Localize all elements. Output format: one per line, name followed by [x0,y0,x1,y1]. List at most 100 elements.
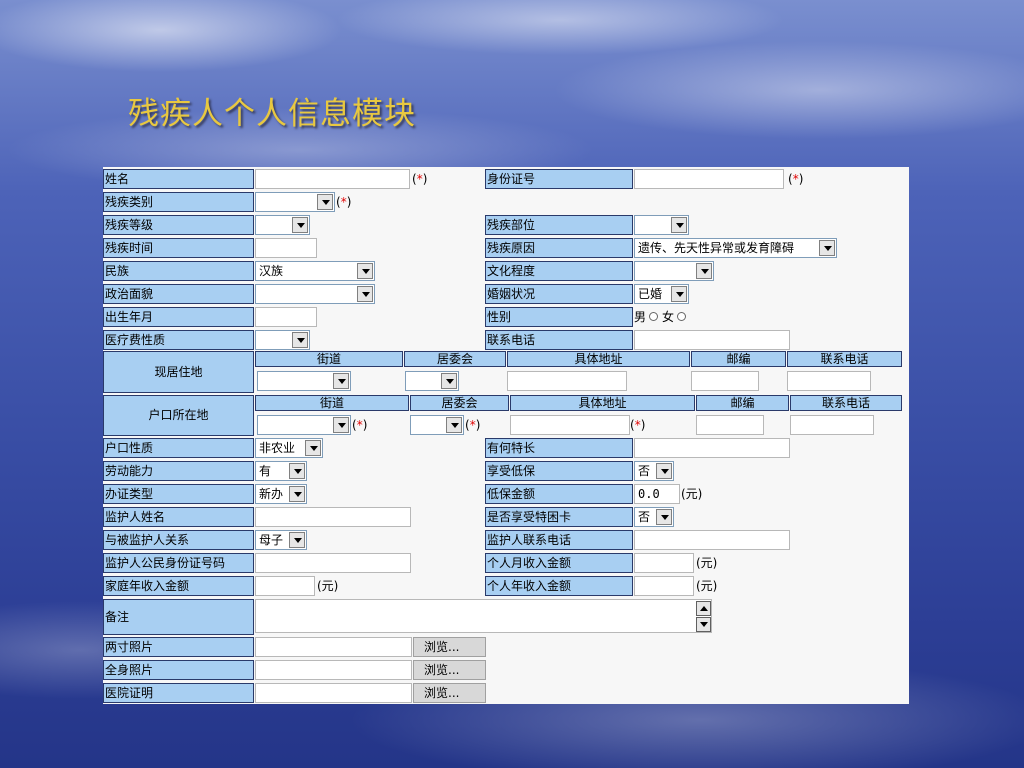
dibao-amount-input[interactable]: 0.0 [634,484,680,504]
disability-category-select[interactable] [255,192,335,212]
birth-date-input[interactable] [255,307,317,327]
photo-fullbody-label: 全身照片 [103,660,254,680]
disability-part-select[interactable] [634,215,689,235]
birth-date-label: 出生年月 [103,307,254,327]
hospital-proof-input[interactable] [255,683,412,703]
chevron-down-icon [292,332,308,348]
guardian-phone-label: 监护人联系电话 [485,530,633,550]
residence-committee-header: 居委会 [404,351,506,367]
phone-input[interactable] [634,330,790,350]
guardian-name-input[interactable] [255,507,411,527]
hukou-committee-required-mark: (*) [465,418,481,432]
name-required-mark: (*) [412,172,428,186]
guardian-relation-label: 与被监护人关系 [103,530,254,550]
labor-ability-select[interactable]: 有 [255,461,307,481]
hukou-address-header: 具体地址 [510,395,695,411]
monthly-income-input[interactable] [634,553,694,573]
chevron-down-icon [289,463,305,479]
annual-income-input[interactable] [634,576,694,596]
guardian-relation-select[interactable]: 母子 [255,530,307,550]
residence-address-input[interactable] [507,371,627,391]
residence-committee-select[interactable] [405,371,459,391]
guardian-id-input[interactable] [255,553,411,573]
chevron-down-icon [671,286,687,302]
scroll-down-icon[interactable] [696,617,711,632]
residence-phone-input[interactable] [787,371,871,391]
chevron-down-icon [441,373,457,389]
hukou-street-required-mark: (*) [352,418,368,432]
gender-radio-group: 男女 [634,307,690,327]
chevron-down-icon [446,417,462,433]
chevron-down-icon [656,509,672,525]
id-number-required-mark: (*) [788,172,804,186]
education-select[interactable] [634,261,714,281]
chevron-down-icon [819,240,835,256]
chevron-down-icon [289,486,305,502]
specialty-label: 有何特长 [485,438,633,458]
family-income-input[interactable] [255,576,315,596]
hukou-committee-header: 居委会 [410,395,509,411]
special-card-select[interactable]: 否 [634,507,674,527]
remarks-label: 备注 [103,599,254,635]
hukou-phone-header: 联系电话 [790,395,902,411]
scroll-up-icon[interactable] [696,601,711,616]
hukou-phone-input[interactable] [790,415,874,435]
disability-cause-select[interactable]: 遗传、先天性异常或发育障碍 [634,238,837,258]
guardian-name-label: 监护人姓名 [103,507,254,527]
disability-grade-select[interactable] [255,215,310,235]
remarks-textarea[interactable] [255,599,712,633]
ethnicity-select[interactable]: 汉族 [255,261,375,281]
gender-female-radio[interactable] [677,312,687,321]
name-input[interactable] [255,169,410,189]
photo-fullbody-input[interactable] [255,660,412,680]
id-number-input[interactable] [634,169,784,189]
medical-fee-select[interactable] [255,330,310,350]
residence-zip-input[interactable] [691,371,759,391]
hukou-type-label: 户口性质 [103,438,254,458]
chevron-down-icon [696,263,712,279]
disability-cause-label: 残疾原因 [485,238,633,258]
certificate-type-select[interactable]: 新办 [255,484,307,504]
marital-status-select[interactable]: 已婚 [634,284,689,304]
dibao-label: 享受低保 [485,461,633,481]
residence-zip-header: 邮编 [691,351,786,367]
gender-male-radio[interactable] [649,312,659,321]
chevron-down-icon [305,440,321,456]
photo-2inch-input[interactable] [255,637,412,657]
special-card-label: 是否享受特困卡 [485,507,633,527]
page-title: 残疾人个人信息模块 [128,96,416,132]
hukou-zip-input[interactable] [696,415,764,435]
monthly-income-unit: (元) [696,556,718,570]
residence-street-select[interactable] [257,371,351,391]
hukou-street-header: 街道 [255,395,409,411]
hukou-committee-select[interactable] [410,415,464,435]
monthly-income-label: 个人月收入金额 [485,553,633,573]
gender-female-label: 女 [662,310,675,324]
hukou-street-select[interactable] [257,415,351,435]
ethnicity-label: 民族 [103,261,254,281]
political-status-select[interactable] [255,284,375,304]
hospital-proof-browse-button[interactable]: 浏览... [413,683,486,703]
disability-grade-label: 残疾等级 [103,215,254,235]
disability-time-input[interactable] [255,238,317,258]
hukou-address-input[interactable] [510,415,630,435]
guardian-phone-input[interactable] [634,530,790,550]
disabled-person-form: 姓名 (*) 身份证号 (*) 残疾类别 (*) 残疾等级 残疾部位 残疾时间 … [103,167,909,704]
category-required-mark: (*) [336,195,352,209]
certificate-type-label: 办证类型 [103,484,254,504]
political-status-label: 政治面貌 [103,284,254,304]
disability-part-label: 残疾部位 [485,215,633,235]
family-income-unit: (元) [317,579,339,593]
chevron-down-icon [656,463,672,479]
photo-fullbody-browse-button[interactable]: 浏览... [413,660,486,680]
gender-label: 性别 [485,307,633,327]
hukou-type-select[interactable]: 非农业 [255,438,323,458]
specialty-input[interactable] [634,438,790,458]
chevron-down-icon [317,194,333,210]
photo-2inch-browse-button[interactable]: 浏览... [413,637,486,657]
residence-address-header: 具体地址 [507,351,690,367]
chevron-down-icon [333,417,349,433]
chevron-down-icon [333,373,349,389]
annual-income-label: 个人年收入金额 [485,576,633,596]
dibao-select[interactable]: 否 [634,461,674,481]
